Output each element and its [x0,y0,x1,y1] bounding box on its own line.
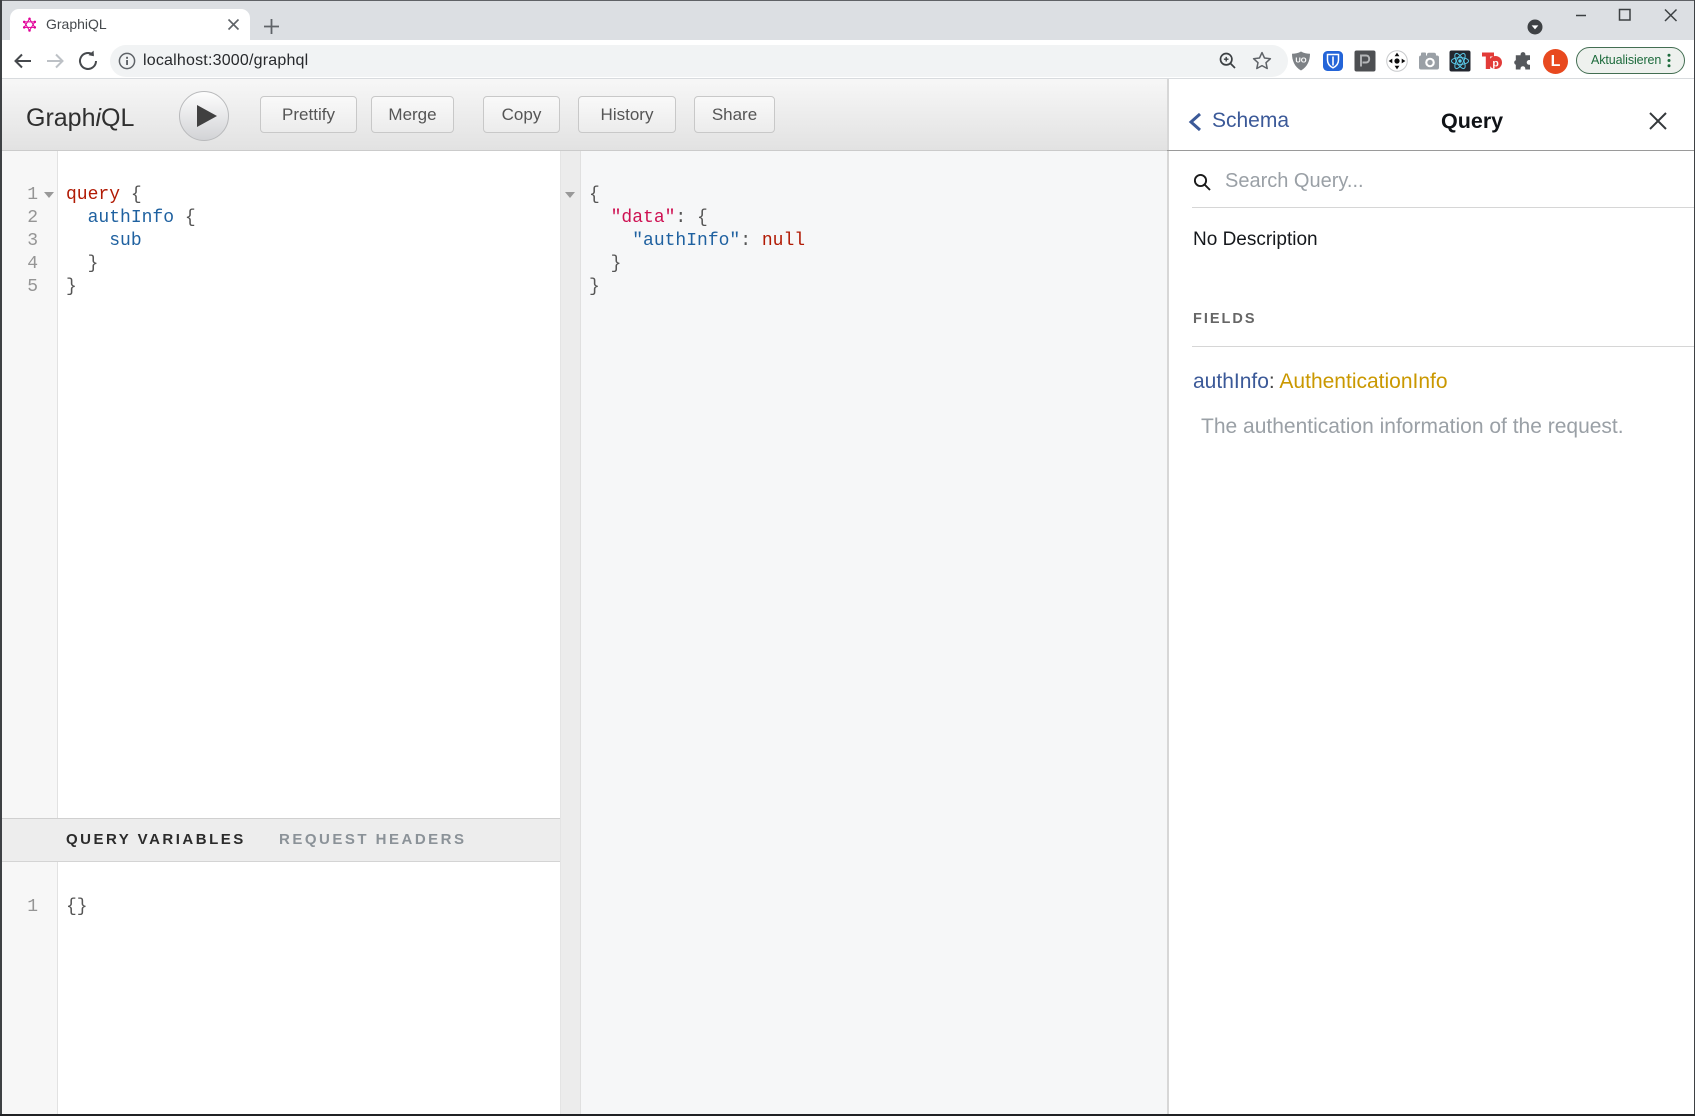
svg-text:UO: UO [1295,56,1306,65]
svg-text:p: p [1492,57,1498,69]
